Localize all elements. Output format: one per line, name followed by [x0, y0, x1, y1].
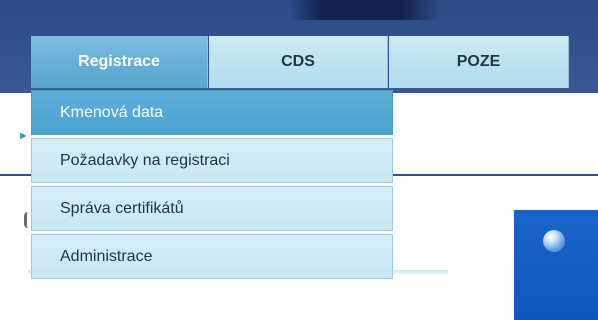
- tab-cds[interactable]: CDS: [209, 36, 388, 88]
- orb-icon: [543, 230, 565, 252]
- registrace-dropdown-menu: Kmenová data Požadavky na registraci Spr…: [31, 90, 393, 279]
- side-panel: [514, 210, 598, 320]
- content-bracket-mark: [24, 212, 30, 228]
- menu-item-kmenova-data[interactable]: Kmenová data: [31, 90, 393, 135]
- tab-registrace[interactable]: Registrace: [31, 36, 208, 88]
- tab-poze[interactable]: POZE: [389, 36, 569, 88]
- menu-item-sprava-certifikatu[interactable]: Správa certifikátů: [31, 186, 393, 231]
- header-logo-area: [290, 0, 440, 20]
- chevron-right-icon: ►: [18, 130, 29, 142]
- menu-item-administrace[interactable]: Administrace: [31, 234, 393, 279]
- menu-item-pozadavky-na-registraci[interactable]: Požadavky na registraci: [31, 138, 393, 183]
